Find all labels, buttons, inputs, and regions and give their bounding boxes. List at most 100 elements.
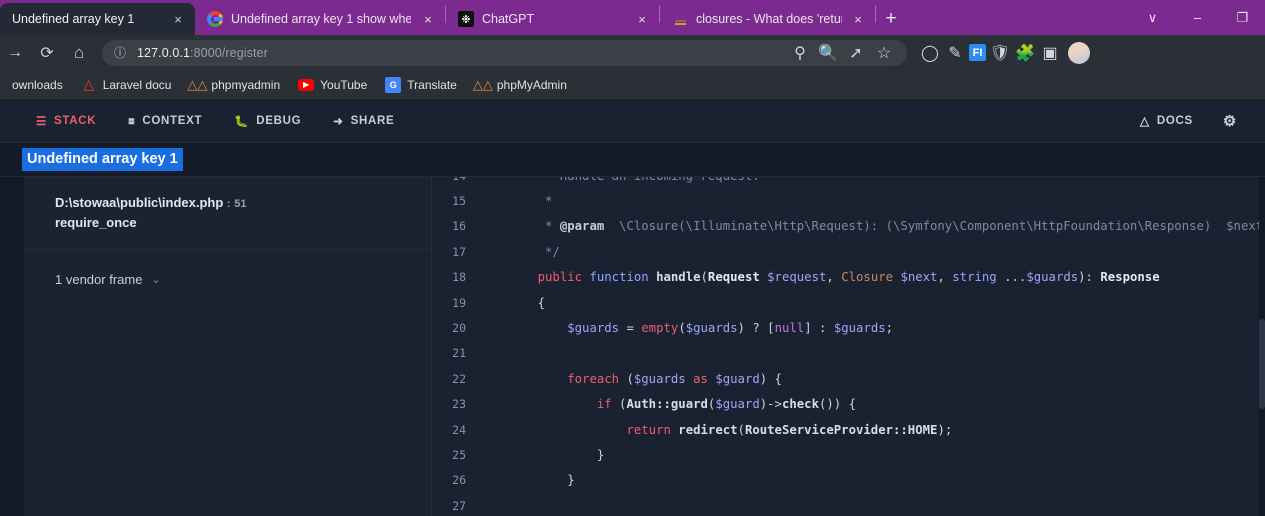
- code-line-text: }: [508, 447, 605, 462]
- url-path: :8000/register: [190, 45, 268, 60]
- star-icon[interactable]: ☆: [871, 39, 897, 67]
- tab-title: Undefined array key 1 show whe: [231, 12, 411, 26]
- ignition-toolbar: ☰ STACK ⧈ CONTEXT 🐛 DEBUG ➜ SHARE △ DOCS: [0, 100, 1265, 143]
- gear-icon: ⚙: [1222, 113, 1237, 130]
- ignition-error-page: ☰ STACK ⧈ CONTEXT 🐛 DEBUG ➜ SHARE △ DOCS: [0, 100, 1265, 516]
- code-line: 23 if (Auth::guard($guard)->check()) {: [432, 392, 1265, 417]
- code-line-text: public function handle(Request $request,…: [537, 270, 1160, 285]
- tab-label: SHARE: [350, 115, 395, 127]
- code-line: 21: [432, 341, 1265, 366]
- stack-frame-0[interactable]: D:\stowaa\public\index.php : 51 require_…: [25, 177, 431, 251]
- code-line-number: 26: [452, 473, 466, 488]
- code-line: 24 return redirect(RouteServiceProvider:…: [432, 417, 1265, 442]
- phpmyadmin-icon: △△: [187, 76, 208, 92]
- left-rail: [0, 177, 25, 516]
- new-tab-button[interactable]: +: [876, 3, 906, 35]
- code-line-number: 25: [452, 447, 466, 462]
- code-line-number: 27: [452, 498, 466, 513]
- window-controls: ∨ – ❐: [1130, 0, 1265, 35]
- code-line-number: 16: [452, 219, 466, 234]
- avatar[interactable]: [1068, 41, 1090, 64]
- browser-tab-1[interactable]: Undefined array key 1 show whe ×: [195, 3, 445, 35]
- bookmark-phpmyadmin-2[interactable]: △△ phpMyAdmin: [469, 74, 573, 96]
- puzzle-icon[interactable]: 🧩: [1014, 42, 1036, 64]
- frame-separator: :: [226, 198, 231, 210]
- bookmark-label: Laravel docu: [102, 77, 172, 92]
- tab-close-icon[interactable]: ×: [850, 11, 866, 27]
- bookmark-translate[interactable]: G Translate: [379, 74, 463, 96]
- code-line: 20 $guards = empty($guards) ? [null] : $…: [432, 315, 1265, 340]
- code-line-text: if (Auth::guard($guard)->check()) {: [596, 397, 857, 412]
- maximize-icon[interactable]: ❐: [1220, 0, 1265, 35]
- tab-debug[interactable]: 🐛 DEBUG: [218, 100, 317, 143]
- address-bar-url: 127.0.0.1:8000/register: [137, 46, 268, 60]
- code-line: 19 {: [432, 290, 1265, 315]
- browser-tab-2[interactable]: ❉ ChatGPT ×: [446, 3, 659, 35]
- tab-title: ChatGPT: [482, 12, 535, 26]
- tab-search-dropdown-icon[interactable]: ∨: [1130, 0, 1175, 35]
- shield-icon[interactable]: 🛡: [989, 42, 1011, 64]
- stack-frames-list: D:\stowaa\public\index.php : 51 require_…: [25, 177, 432, 516]
- side-panel-icon[interactable]: ▣: [1039, 42, 1061, 64]
- code-line-text: *: [508, 194, 553, 209]
- site-info-icon[interactable]: ⓘ: [112, 45, 128, 61]
- code-line-text: return redirect(RouteServiceProvider::HO…: [626, 422, 953, 437]
- frame-method: require_once: [55, 215, 137, 231]
- code-line-text: foreach ($guards as $guard) {: [567, 371, 782, 386]
- bookmark-label: Translate: [407, 77, 457, 92]
- chevron-down-icon: ⌄: [151, 274, 161, 287]
- youtube-icon: ▶: [298, 78, 315, 91]
- code-line: 27: [432, 493, 1265, 516]
- brackets-icon[interactable]: ◯: [919, 42, 941, 64]
- zoom-out-icon[interactable]: 🔍: [815, 39, 841, 67]
- figma-extension-icon[interactable]: FI: [969, 44, 986, 61]
- code-scrollbar[interactable]: [1259, 177, 1265, 516]
- laravel-icon: △: [83, 76, 95, 92]
- code-line-number: 22: [452, 371, 466, 386]
- tab-context[interactable]: ⧈ CONTEXT: [112, 100, 218, 143]
- minimize-icon[interactable]: –: [1175, 0, 1220, 35]
- browser-tab-0[interactable]: Undefined array key 1 ×: [0, 3, 195, 35]
- bookmark-laravel-docu[interactable]: △ Laravel docu: [75, 74, 178, 96]
- key-icon[interactable]: ⚲: [787, 39, 813, 67]
- tab-close-icon[interactable]: ×: [420, 11, 436, 27]
- code-line: 16 * @param \Closure(\Illuminate\Http\Re…: [432, 214, 1265, 239]
- vendor-frames-toggle[interactable]: 1 vendor frame ⌄: [25, 250, 431, 309]
- forward-icon[interactable]: →: [0, 39, 30, 67]
- bookmark-label: ownloads: [12, 77, 63, 92]
- share-icon: ➜: [333, 116, 344, 128]
- tab-close-icon[interactable]: ×: [170, 11, 186, 27]
- code-line: 18 public function handle(Request $reque…: [432, 265, 1265, 290]
- bookmarks-bar: ownloads △ Laravel docu △△ phpmyadmin ▶ …: [0, 70, 1265, 100]
- address-bar[interactable]: ⓘ 127.0.0.1:8000/register ⚲ 🔍 ➚ ☆: [102, 39, 907, 67]
- bookmark-youtube[interactable]: ▶ YouTube: [292, 75, 373, 95]
- list-icon: ☰: [36, 116, 48, 128]
- tab-stack[interactable]: ☰ STACK: [20, 100, 112, 143]
- code-line: 15 *: [432, 188, 1265, 213]
- eyedropper-icon[interactable]: ✎: [944, 42, 966, 64]
- code-line-number: 14: [432, 177, 478, 183]
- docs-label: DOCS: [1156, 115, 1193, 127]
- home-icon[interactable]: ⌂: [64, 39, 94, 67]
- code-line: 26 }: [432, 468, 1265, 493]
- code-line-number: 23: [452, 397, 466, 412]
- code-lines: 14 * Handle an incoming request.15 *16 *…: [432, 177, 1265, 516]
- browser-window: Undefined array key 1 × Undefined array …: [0, 0, 1265, 516]
- frame-path: D:\stowaa\public\index.php : 51: [55, 193, 413, 213]
- reload-icon[interactable]: ⟳: [32, 39, 62, 67]
- bookmark-phpmyadmin[interactable]: △△ phpmyadmin: [183, 74, 286, 96]
- docs-link[interactable]: △ DOCS: [1124, 100, 1209, 143]
- code-line-text: * Handle an incoming request.: [478, 177, 760, 183]
- code-line-number: 15: [452, 194, 466, 209]
- browser-tab-3[interactable]: closures - What does 'return $ne ×: [660, 3, 875, 35]
- tab-close-icon[interactable]: ×: [634, 11, 650, 27]
- error-title: Undefined array key 1: [22, 148, 183, 171]
- share-icon[interactable]: ➚: [843, 39, 869, 67]
- code-line-text: }: [508, 473, 575, 488]
- extension-icons: ◯ ✎ FI 🛡 🧩 ▣: [919, 41, 1090, 64]
- settings-button[interactable]: ⚙: [1213, 100, 1247, 143]
- tab-share[interactable]: ➜ SHARE: [317, 100, 410, 143]
- bookmark-downloads[interactable]: ownloads: [6, 75, 69, 95]
- ignition-body: D:\stowaa\public\index.php : 51 require_…: [0, 176, 1265, 516]
- code-viewer[interactable]: 14 * Handle an incoming request.15 *16 *…: [432, 177, 1265, 516]
